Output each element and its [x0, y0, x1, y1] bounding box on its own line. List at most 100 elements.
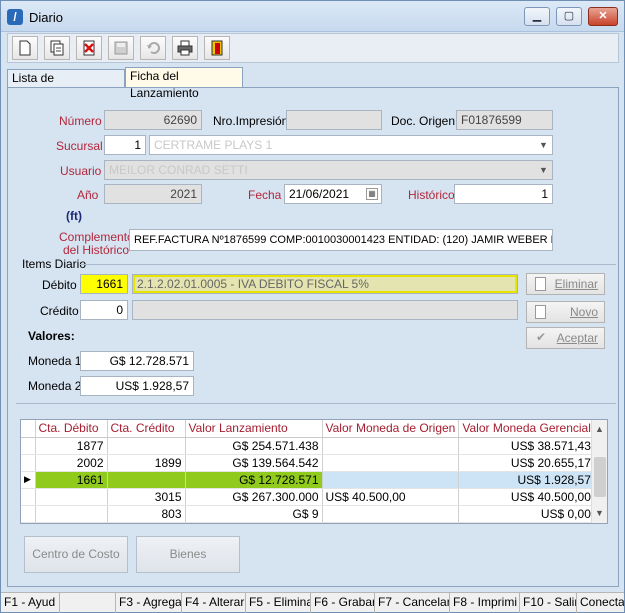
- cell: G$ 12.728.571: [185, 471, 323, 489]
- cell: G$ 139.564.542: [185, 454, 323, 472]
- grid-scrollbar[interactable]: ▲ ▼: [591, 420, 607, 523]
- status-f5[interactable]: F5 - Elimina: [245, 593, 310, 613]
- status-f7[interactable]: F7 - Cancelar: [374, 593, 449, 613]
- cell: US$ 20.655,17: [458, 454, 595, 472]
- table-row[interactable]: 803 G$ 9 US$ 0,00: [21, 505, 595, 523]
- eliminar-button[interactable]: Eliminar: [526, 273, 605, 295]
- copy-icon[interactable]: [44, 36, 70, 60]
- tab-label: Ficha del Lanzamiento: [130, 69, 199, 100]
- aceptar-label: Aceptar: [556, 331, 598, 345]
- historico-field[interactable]: 1: [454, 184, 553, 204]
- scroll-up-icon[interactable]: ▲: [595, 424, 604, 434]
- status-f10[interactable]: F10 - Salir: [519, 593, 576, 613]
- status-f1[interactable]: F1 - Ayud: [1, 593, 59, 613]
- scroll-thumb[interactable]: [594, 457, 606, 497]
- usuario-value: MEILOR CONRAD SETTI: [109, 163, 248, 177]
- table-row[interactable]: 1877 G$ 254.571.438 US$ 38.571,43: [21, 437, 595, 455]
- col-cta-debito[interactable]: Cta. Débito: [35, 420, 108, 438]
- col-valor-moneda-gerencial[interactable]: Valor Moneda Gerencial: [458, 420, 595, 438]
- chevron-down-icon[interactable]: ▼: [536, 137, 551, 153]
- col-valor-moneda-origen[interactable]: Valor Moneda de Origen: [322, 420, 460, 438]
- moneda2-field[interactable]: US$ 1.928,57: [80, 376, 194, 396]
- grid-table: Cta. Débito Cta. Crédito Valor Lanzamien…: [21, 420, 595, 523]
- fecha-label: Fecha: [248, 188, 282, 202]
- table-row[interactable]: 3015 G$ 267.300.000 US$ 40.500,00 US$ 40.50…: [21, 488, 595, 506]
- minimize-button[interactable]: ▁: [524, 7, 550, 26]
- scroll-down-icon[interactable]: ▼: [595, 508, 604, 518]
- bienes-button[interactable]: Bienes: [136, 536, 240, 573]
- credito-code-field[interactable]: 0: [80, 300, 128, 320]
- complemento-label-2: del Histórico: [63, 243, 130, 257]
- toolbar: [7, 33, 619, 63]
- centro-costo-button[interactable]: Centro de Costo: [24, 536, 128, 573]
- window-title: Diario: [29, 10, 63, 25]
- debito-code-field[interactable]: 1661: [80, 274, 128, 294]
- tab-lista-lanzamientos[interactable]: Lista de Lanzamientos: [7, 69, 125, 102]
- cell: 1899: [107, 454, 186, 472]
- maximize-button[interactable]: ▢: [556, 7, 582, 26]
- status-f8[interactable]: F8 - Imprimi: [449, 593, 519, 613]
- status-f3[interactable]: F3 - Agrega: [115, 593, 181, 613]
- usuario-select[interactable]: MEILOR CONRAD SETTI ▼: [104, 160, 553, 180]
- cell: US$ 40.500,00: [322, 488, 460, 506]
- cell: 1661: [35, 471, 108, 489]
- lanzamientos-grid[interactable]: Cta. Débito Cta. Crédito Valor Lanzamien…: [20, 419, 608, 524]
- credito-desc-field[interactable]: [132, 300, 518, 320]
- doc-origen-field[interactable]: F01876599: [456, 110, 553, 130]
- col-valor-lanzamiento[interactable]: Valor Lanzamiento: [185, 420, 323, 438]
- col-cta-credito[interactable]: Cta. Crédito: [107, 420, 186, 438]
- cell: [322, 437, 460, 455]
- close-button[interactable]: ✕: [588, 7, 618, 26]
- print-icon[interactable]: [172, 36, 198, 60]
- row-indicator: [21, 488, 36, 506]
- delete-icon[interactable]: [76, 36, 102, 60]
- tab-ficha-lanzamiento[interactable]: Ficha del Lanzamiento: [125, 67, 243, 100]
- status-f4[interactable]: F4 - Alterar: [181, 593, 245, 613]
- new-icon[interactable]: [12, 36, 38, 60]
- delete-icon: [535, 277, 546, 291]
- anio-field[interactable]: 2021: [104, 184, 202, 204]
- complemento-label: Complemento: [59, 230, 134, 244]
- status-empty: [59, 593, 115, 613]
- undo-icon[interactable]: [140, 36, 166, 60]
- aceptar-button[interactable]: ✔ Aceptar: [526, 327, 605, 349]
- debito-desc-field[interactable]: 2.1.2.02.01.0005 - IVA DEBITO FISCAL 5%: [132, 274, 518, 294]
- save-icon[interactable]: [108, 36, 134, 60]
- cell: 803: [107, 505, 186, 523]
- cell: [322, 471, 460, 489]
- current-row-icon: ▶: [21, 471, 36, 489]
- tab-strip: Lista de Lanzamientos Ficha del Lanzamie…: [7, 67, 619, 102]
- status-bar: F1 - Ayud F3 - Agrega F4 - Alterar F5 - …: [1, 592, 624, 613]
- cell: [35, 505, 108, 523]
- title-bar: / Diario ▁ ▢ ✕: [1, 1, 624, 32]
- cell: 2002: [35, 454, 108, 472]
- moneda1-field[interactable]: G$ 12.728.571: [80, 351, 194, 371]
- exit-icon[interactable]: [204, 36, 230, 60]
- table-row[interactable]: 2002 1899 G$ 139.564.542 US$ 20.655,17: [21, 454, 595, 472]
- cell: [322, 454, 460, 472]
- status-f6[interactable]: F6 - Grabar: [310, 593, 374, 613]
- cell: [35, 488, 108, 506]
- nro-impresion-field[interactable]: [286, 110, 382, 130]
- ft-label: (ft): [66, 209, 82, 223]
- group-divider: [80, 264, 616, 265]
- numero-label: Número: [59, 114, 102, 128]
- diario-window: / Diario ▁ ▢ ✕ Lista de Lanzamientos Fic…: [0, 0, 625, 613]
- chevron-down-icon[interactable]: ▼: [536, 162, 551, 178]
- sucursal-select[interactable]: CERTRAME PLAYS 1 ▼: [149, 135, 553, 155]
- calendar-icon[interactable]: ▦: [366, 188, 378, 200]
- fecha-field[interactable]: 21/06/2021 ▦: [284, 184, 382, 204]
- cell: G$ 9: [185, 505, 323, 523]
- cell: US$ 0,00: [458, 505, 595, 523]
- valores-label: Valores:: [28, 329, 75, 343]
- cell: US$ 1.928,57: [458, 471, 595, 489]
- cell: [107, 471, 186, 489]
- fecha-value: 21/06/2021: [289, 187, 350, 201]
- table-row-selected[interactable]: ▶ 1661 G$ 12.728.571 US$ 1.928,57: [21, 471, 595, 489]
- cell: US$ 38.571,43: [458, 437, 595, 455]
- nuevo-button[interactable]: Novo: [526, 301, 605, 323]
- status-conecta: Conecta: [576, 593, 624, 613]
- complemento-field[interactable]: REF.FACTURA Nº1876599 COMP:0010030001423…: [129, 229, 553, 251]
- sucursal-code-field[interactable]: 1: [104, 135, 146, 155]
- numero-field[interactable]: 62690: [104, 110, 202, 130]
